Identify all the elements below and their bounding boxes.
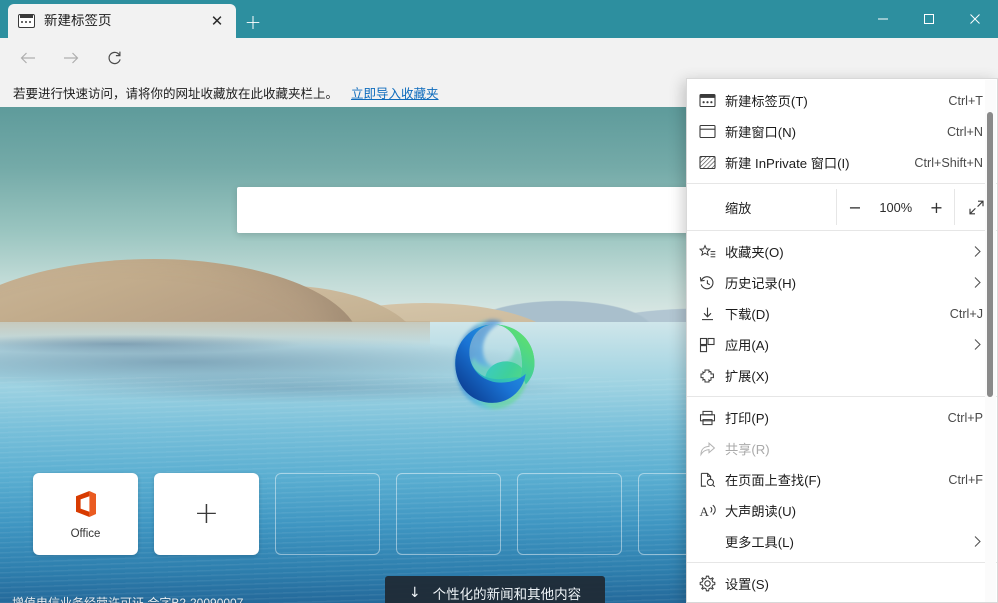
title-bar: 新建标签页 ✕ + [0,0,998,38]
chevron-right-icon [969,276,985,289]
menu-item-shortcut: Ctrl+T [948,94,983,108]
bookmark-bar-message: 若要进行快速访问，请将你的网址收藏放在此收藏夹栏上。 [13,83,338,102]
zoom-label: 缩放 [687,198,836,217]
menu-item-label: 历史记录(H) [725,273,969,292]
menu-item-label: 设置(S) [725,574,985,593]
find-icon [699,472,725,488]
menu-item-share: 共享(R) [687,433,997,464]
menu-item-label: 打印(P) [725,408,948,427]
tile-empty-1[interactable] [275,473,380,555]
new-tab-icon [18,14,35,28]
menu-item-downloads[interactable]: 下载(D) Ctrl+J [687,298,997,329]
menu-item-shortcut: Ctrl+J [950,307,983,321]
menu-item-label: 新建标签页(T) [725,91,948,110]
menu-item-settings[interactable]: 设置(S) [687,568,997,599]
menu-item-shortcut: Ctrl+N [947,125,983,139]
browser-tab-active[interactable]: 新建标签页 ✕ [8,4,236,38]
tile-label: Office [71,528,101,540]
menu-item-shortcut: Ctrl+F [948,473,983,487]
office-icon [73,489,99,519]
tile-office[interactable]: Office [33,473,138,555]
menu-separator [687,562,997,563]
inprivate-icon [699,155,725,170]
new-tab-button[interactable]: + [240,10,266,34]
menu-item-history[interactable]: 历史记录(H) [687,267,997,298]
gear-icon [699,575,725,592]
icp-notice: 增值电信业务经营许可证 合字B2-20090007 [12,594,243,603]
zoom-in-button[interactable]: + [919,189,955,225]
tile-empty-3[interactable] [517,473,622,555]
personalized-news-button[interactable]: ↓ 个性化的新闻和其他内容 [385,576,605,603]
menu-item-new-inprivate-window[interactable]: 新建 InPrivate 窗口(I) Ctrl+Shift+N [687,147,997,178]
favorites-icon [699,244,725,260]
menu-item-find-on-page[interactable]: 在页面上查找(F) Ctrl+F [687,464,997,495]
edge-logo [450,321,538,409]
zoom-out-button[interactable]: − [837,189,873,225]
menu-item-shortcut: Ctrl+P [948,411,983,425]
menu-item-new-tab[interactable]: 新建标签页(T) Ctrl+T [687,85,997,116]
browser-window: 新建标签页 ✕ + [0,0,998,603]
tab-close-button[interactable]: ✕ [206,10,228,32]
down-arrow-icon: ↓ [409,585,421,601]
import-favorites-link[interactable]: 立即导入收藏夹 [351,83,439,102]
share-icon [699,441,725,457]
svg-text:A: A [700,504,710,519]
menu-item-shortcut: Ctrl+Shift+N [914,156,983,170]
menu-zoom-row: 缩放 − 100% + [687,189,997,225]
chevron-right-icon [969,245,985,258]
personalized-news-label: 个性化的新闻和其他内容 [433,583,582,603]
new-tab-icon [699,93,725,108]
reload-icon[interactable] [99,43,129,73]
zoom-value: 100% [873,200,919,215]
chevron-right-icon [969,338,985,351]
menu-item-label: 新建 InPrivate 窗口(I) [725,153,914,172]
read-aloud-icon: A [699,503,725,519]
menu-item-label: 扩展(X) [725,366,985,385]
menu-item-label: 应用(A) [725,335,969,354]
print-icon [699,410,725,426]
menu-separator [687,396,997,397]
menu-item-read-aloud[interactable]: A 大声朗读(U) [687,495,997,526]
plus-icon: + [194,499,219,529]
tab-title: 新建标签页 [44,14,206,28]
menu-item-label: 共享(R) [725,439,985,458]
menu-scrollbar[interactable] [985,80,996,603]
menu-item-label: 更多工具(L) [725,532,969,551]
menu-item-label: 下载(D) [725,304,950,323]
page-search-box[interactable] [237,187,737,233]
minimize-button[interactable] [860,0,906,38]
new-window-icon [699,124,725,139]
menu-item-label: 新建窗口(N) [725,122,947,141]
tile-add-shortcut[interactable]: + [154,473,259,555]
history-icon [699,275,725,291]
settings-and-more-menu: 新建标签页(T) Ctrl+T 新建窗口(N) Ctrl+N 新建 InPriv… [686,78,998,603]
menu-scrollbar-thumb[interactable] [987,112,993,397]
close-button[interactable] [952,0,998,38]
menu-item-help-and-feedback[interactable]: ? 帮助和反馈(B) [687,599,997,603]
forward-arrow-icon[interactable] [56,43,86,73]
back-arrow-icon[interactable] [13,43,43,73]
menu-separator [687,230,997,231]
extensions-icon [699,368,725,384]
apps-icon [699,337,725,353]
menu-item-extensions[interactable]: 扩展(X) [687,360,997,391]
menu-item-label: 在页面上查找(F) [725,470,948,489]
menu-item-new-window[interactable]: 新建窗口(N) Ctrl+N [687,116,997,147]
menu-item-print[interactable]: 打印(P) Ctrl+P [687,402,997,433]
menu-item-label: 大声朗读(U) [725,501,985,520]
maximize-button[interactable] [906,0,952,38]
menu-separator [687,183,997,184]
tile-empty-2[interactable] [396,473,501,555]
menu-item-favorites[interactable]: 收藏夹(O) [687,236,997,267]
menu-item-label: 收藏夹(O) [725,242,969,261]
chevron-right-icon [969,535,985,548]
download-icon [699,306,725,322]
menu-item-apps[interactable]: 应用(A) [687,329,997,360]
browser-toolbar: ··· [0,38,998,78]
shortcut-tiles: Office + [33,473,743,555]
window-controls [860,0,998,38]
menu-item-more-tools[interactable]: 更多工具(L) [687,526,997,557]
